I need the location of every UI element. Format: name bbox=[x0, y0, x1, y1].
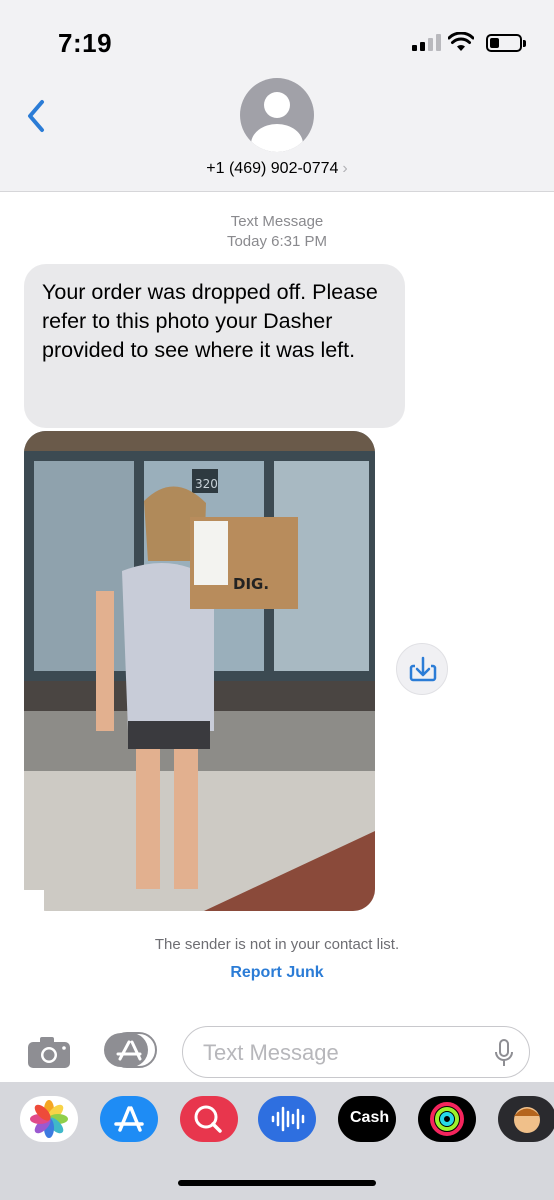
conversation-header: +1 (469) 902-0774 › bbox=[0, 72, 554, 192]
wifi-icon bbox=[448, 32, 474, 51]
audio-message-icon[interactable] bbox=[258, 1096, 316, 1142]
contact-chevron-icon: › bbox=[342, 160, 348, 177]
app-store-icon[interactable] bbox=[102, 1032, 158, 1068]
battery-icon bbox=[486, 34, 526, 52]
message-meta: Text Message Today 6:31 PM bbox=[0, 212, 554, 252]
status-bar: 7:19 bbox=[0, 0, 554, 72]
photo-attachment[interactable]: 320 DIG. bbox=[24, 431, 375, 911]
message-timestamp: Today 6:31 PM bbox=[226, 233, 328, 250]
bag-label: DIG. bbox=[233, 575, 269, 593]
contact-name[interactable]: +1 (469) 902-0774 › bbox=[0, 160, 554, 178]
building-number: 320 bbox=[195, 477, 218, 491]
fitness-icon[interactable] bbox=[418, 1096, 476, 1142]
mic-icon[interactable] bbox=[495, 1039, 513, 1067]
status-time: 7:19 bbox=[58, 28, 113, 58]
cellular-signal-icon bbox=[412, 34, 441, 51]
apple-cash-icon[interactable]: Cash bbox=[338, 1096, 396, 1142]
app-store-icon[interactable] bbox=[100, 1096, 158, 1142]
bubble-tail bbox=[14, 890, 44, 912]
unknown-sender-notice: The sender is not in your contact list. bbox=[154, 936, 400, 953]
chevron-left-icon[interactable] bbox=[22, 96, 52, 136]
camera-icon[interactable] bbox=[26, 1034, 72, 1070]
contact-number: +1 (469) 902-0774 bbox=[206, 160, 339, 177]
report-junk-link[interactable]: Report Junk bbox=[0, 964, 554, 982]
save-photo-button[interactable] bbox=[396, 643, 448, 695]
photos-icon[interactable] bbox=[20, 1096, 78, 1142]
home-indicator[interactable] bbox=[178, 1180, 376, 1186]
incoming-message-bubble[interactable]: Your order was dropped off. Please refer… bbox=[24, 264, 405, 428]
message-input[interactable]: Text Message bbox=[182, 1026, 530, 1078]
memoji-icon[interactable] bbox=[498, 1096, 554, 1142]
search-images-icon[interactable] bbox=[180, 1096, 238, 1142]
message-input-placeholder: Text Message bbox=[203, 1040, 339, 1065]
message-type: Text Message bbox=[230, 213, 324, 230]
save-download-icon bbox=[409, 656, 437, 682]
contact-avatar[interactable] bbox=[240, 78, 314, 152]
apple-cash-label: Cash bbox=[350, 1109, 390, 1126]
